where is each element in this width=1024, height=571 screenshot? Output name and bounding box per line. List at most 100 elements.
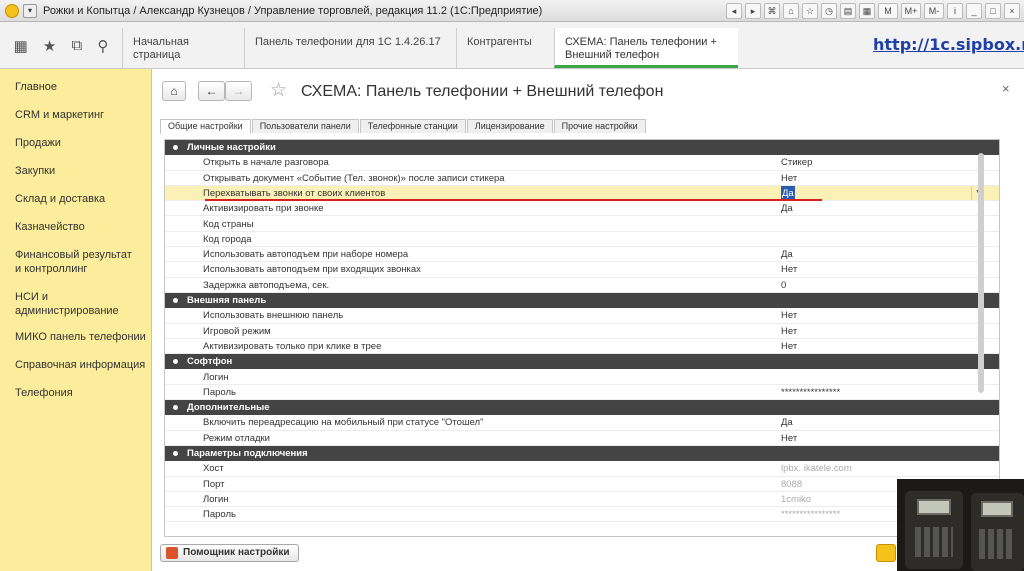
history-icon[interactable]: ◷: [821, 3, 837, 19]
group-header[interactable]: Внешняя панель: [165, 293, 999, 309]
settings-row[interactable]: Открывать документ «Событие (Тел. звонок…: [165, 170, 999, 186]
group-header[interactable]: Софтфон: [165, 354, 999, 370]
sidebar-item-treasury[interactable]: Казначейство: [0, 220, 85, 234]
tab-start-page[interactable]: Начальная страница: [122, 28, 244, 68]
favorite-star-icon[interactable]: ☆: [270, 81, 287, 101]
maximize-icon[interactable]: □: [985, 3, 1001, 19]
form-title: СХЕМА: Панель телефонии + Внешний телефо…: [301, 83, 664, 100]
memory-button[interactable]: M: [878, 3, 898, 19]
collapse-icon: [173, 298, 178, 303]
settings-row[interactable]: Порт 8088: [165, 476, 999, 492]
sections-sidebar: Главное CRM и маркетинг Продажи Закупки …: [0, 69, 152, 571]
window-titlebar: ▾ Рожки и Копытца / Александр Кузнецов /…: [0, 0, 1024, 22]
favorites-star-icon[interactable]: ★: [43, 37, 56, 55]
setting-name: Использовать автоподъем при входящих зво…: [203, 264, 421, 276]
settings-row[interactable]: Включить переадресацию на мобильный при …: [165, 415, 999, 431]
sidebar-item-telephony[interactable]: Телефония: [0, 386, 73, 400]
sidebar-item-purchases[interactable]: Закупки: [0, 164, 55, 178]
history-icon[interactable]: ⧉: [72, 37, 83, 54]
open-windows-bar: ▦ ★ ⧉ ⚲ Начальная страница Панель телефо…: [0, 22, 1024, 69]
form-tabs: Общие настройки Пользователи панели Теле…: [160, 119, 647, 134]
sidebar-item-warehouse[interactable]: Склад и доставка: [0, 192, 105, 206]
tab-contractors[interactable]: Контрагенты: [456, 28, 554, 68]
settings-row[interactable]: Использовать внешнюю панель Нет: [165, 308, 999, 324]
setting-value: Да: [781, 249, 793, 261]
setup-helper-button[interactable]: Помощник настройки: [160, 544, 299, 562]
setting-name: Задержка автоподъема, сек.: [203, 279, 330, 291]
settings-row[interactable]: Активизировать при звонке Да: [165, 201, 999, 217]
ok-button[interactable]: [876, 544, 896, 562]
settings-row[interactable]: Хост lpbx. ikatele.com: [165, 461, 999, 477]
close-window-icon[interactable]: ×: [1004, 3, 1020, 19]
settings-row[interactable]: Режим отладки Нет: [165, 430, 999, 446]
memory-minus-button[interactable]: M-: [924, 3, 944, 19]
settings-row[interactable]: Пароль ****************: [165, 384, 999, 401]
grid-scrollbar[interactable]: [978, 153, 984, 393]
group-header[interactable]: Параметры подключения: [165, 446, 999, 462]
tab-licensing[interactable]: Лицензирование: [466, 119, 553, 133]
tab-general-settings[interactable]: Общие настройки: [160, 119, 251, 134]
setting-name: Порт: [203, 478, 225, 490]
sidebar-item-reference[interactable]: Справочная информация: [0, 358, 145, 372]
setting-name: Режим отладки: [203, 432, 270, 444]
forward-icon[interactable]: ▸: [745, 3, 761, 19]
form-area: ⌂ ← → ☆ СХЕМА: Панель телефонии + Внешни…: [152, 69, 1024, 571]
main-menu-icon[interactable]: ▾: [23, 3, 37, 18]
search-icon[interactable]: ⚲: [97, 37, 108, 55]
settings-row[interactable]: Задержка автоподъема, сек. 0: [165, 277, 999, 293]
setting-value: 0: [781, 279, 787, 291]
setting-name: Использовать внешнюю панель: [203, 310, 344, 322]
minimize-icon[interactable]: _: [966, 3, 982, 19]
tab-telephony-panel[interactable]: Панель телефонии для 1С 1.4.26.17: [244, 28, 456, 68]
sidebar-item-sales[interactable]: Продажи: [0, 136, 61, 150]
settings-row[interactable]: Использовать автоподъем при входящих зво…: [165, 262, 999, 278]
settings-row[interactable]: Код страны: [165, 216, 999, 232]
settings-row[interactable]: Игровой режим Нет: [165, 323, 999, 339]
sidebar-item-miko[interactable]: МИКО панель телефонии: [0, 330, 146, 344]
info-icon[interactable]: i: [947, 3, 963, 19]
group-header[interactable]: Личные настройки: [165, 140, 999, 156]
settings-row[interactable]: Использовать автоподъем при наборе номер…: [165, 247, 999, 263]
settings-row[interactable]: Логин 1cmiko: [165, 491, 999, 508]
collapse-icon: [173, 145, 178, 150]
tab-other-settings[interactable]: Прочие настройки: [553, 119, 646, 133]
close-form-icon[interactable]: ×: [1002, 81, 1010, 96]
setting-value: Нет: [781, 264, 798, 276]
setting-value: 1cmiko: [781, 493, 812, 505]
ip-phone-image: [905, 491, 963, 569]
home-icon[interactable]: ⌂: [783, 3, 799, 19]
tab-scheme[interactable]: СХЕМА: Панель телефонии + Внешний телефо…: [554, 28, 738, 68]
site-link[interactable]: http://1c.sipbox.ru: [873, 35, 1024, 54]
sidebar-item-crm[interactable]: CRM и маркетинг: [0, 108, 104, 122]
settings-row[interactable]: Открыть в начале разговора Стикер: [165, 155, 999, 171]
calendar-icon[interactable]: ▦: [859, 3, 875, 19]
forward-button[interactable]: →: [225, 81, 252, 101]
settings-row[interactable]: Код города: [165, 231, 999, 248]
apps-grid-icon[interactable]: ▦: [14, 37, 28, 55]
memory-plus-button[interactable]: M+: [901, 3, 921, 19]
window-title: Рожки и Копытца / Александр Кузнецов / У…: [43, 4, 543, 17]
setting-value: Нет: [781, 340, 798, 352]
link-icon[interactable]: ⌘: [764, 3, 780, 19]
print-icon[interactable]: ▤: [840, 3, 856, 19]
setting-value: lpbx. ikatele.com: [781, 463, 852, 475]
collapse-icon: [173, 405, 178, 411]
sidebar-item-finance[interactable]: Финансовый результат и контроллинг: [0, 248, 140, 276]
phone-display: [917, 499, 951, 515]
back-icon[interactable]: ◂: [726, 3, 742, 19]
collapse-icon: [173, 359, 178, 365]
sidebar-item-admin[interactable]: НСИ и администрирование: [0, 290, 120, 318]
tab-phone-stations[interactable]: Телефонные станции: [359, 119, 466, 133]
group-header[interactable]: Дополнительные: [165, 400, 999, 416]
section-tools: ▦ ★ ⧉ ⚲: [0, 22, 122, 69]
setting-name: Логин: [203, 493, 229, 505]
sidebar-item-main[interactable]: Главное: [0, 80, 57, 94]
phone-display: [981, 501, 1013, 517]
settings-row[interactable]: Активизировать только при клике в трее Не…: [165, 338, 999, 355]
settings-row[interactable]: Логин: [165, 369, 999, 385]
home-button[interactable]: ⌂: [162, 81, 186, 101]
favorites-icon[interactable]: ☆: [802, 3, 818, 19]
tab-panel-users[interactable]: Пользователи панели: [251, 119, 359, 133]
settings-row[interactable]: Пароль ****************: [165, 507, 999, 523]
back-button[interactable]: ←: [198, 81, 225, 101]
